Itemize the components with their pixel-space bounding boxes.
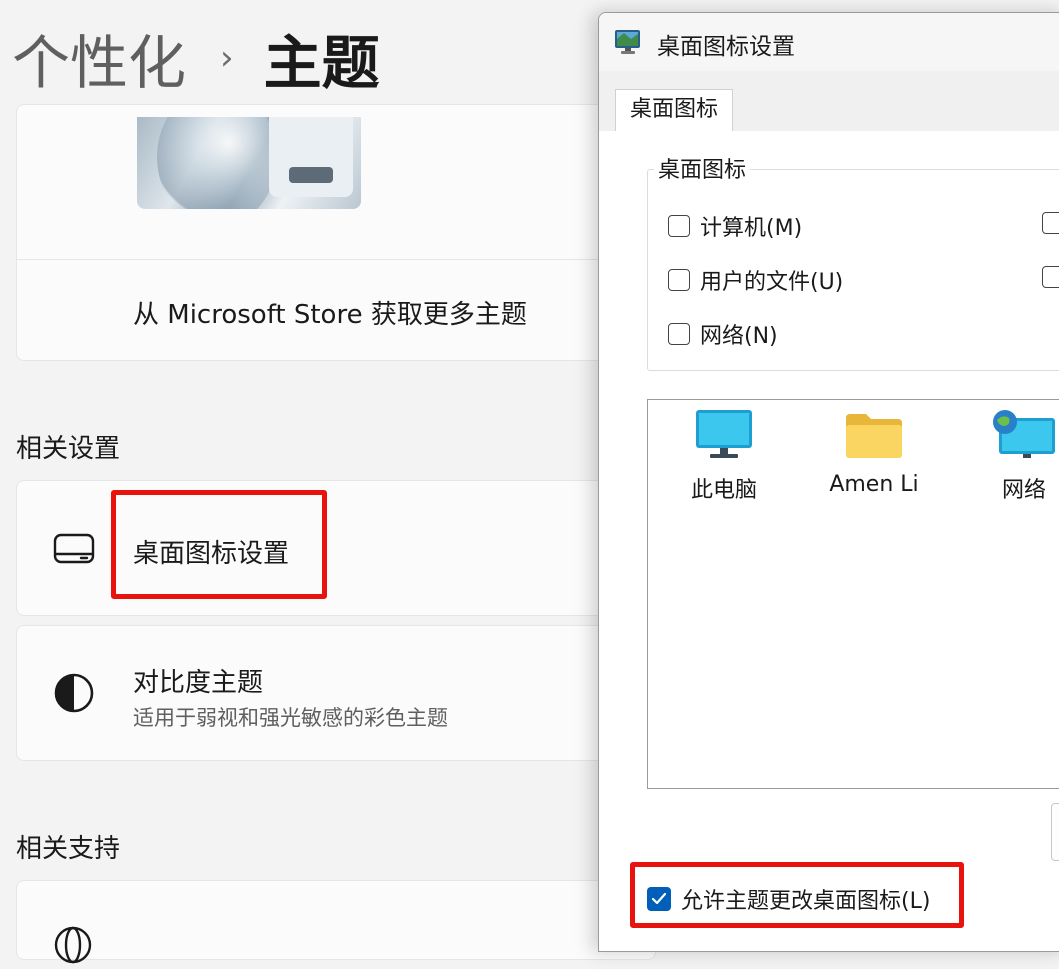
checkbox-box[interactable] xyxy=(668,323,690,345)
desktop-icons-groupbox: 桌面图标 计算机(M) 用户的文件(U) 网络(N) xyxy=(647,152,1059,371)
theme-thumbnail[interactable] xyxy=(137,117,361,209)
store-themes-link[interactable]: 从 Microsoft Store 获取更多主题 xyxy=(133,294,527,331)
desktop-icon-list: 此电脑 Amen Li 网络 xyxy=(647,399,1059,789)
icon-item-user-folder[interactable]: Amen Li xyxy=(814,408,934,497)
related-settings-title: 相关设置 xyxy=(16,434,121,464)
globe-icon xyxy=(53,925,93,969)
contrast-icon xyxy=(53,672,95,718)
checkbox-label: 网络(N) xyxy=(700,324,778,349)
breadcrumb: 个性化 › 主题 xyxy=(12,18,380,98)
related-support-title: 相关支持 xyxy=(16,834,121,864)
desktop-icon xyxy=(53,533,95,569)
dialog-titlebar[interactable]: 桌面图标设置 xyxy=(599,13,1059,71)
checkbox-user-files[interactable]: 用户的文件(U) xyxy=(668,264,843,296)
theme-wallpaper-swirl xyxy=(157,117,277,209)
icon-label: 网络 xyxy=(1001,478,1046,503)
checkbox-box[interactable] xyxy=(668,269,690,291)
monitor-icon xyxy=(694,410,754,466)
network-icon xyxy=(991,410,1057,466)
breadcrumb-separator: › xyxy=(220,38,234,78)
checkbox-box[interactable] xyxy=(668,215,690,237)
highlight-box-allow-themes xyxy=(630,862,964,928)
icon-label: 此电脑 xyxy=(690,478,757,503)
contrast-themes-item[interactable]: 对比度主题 适用于弱视和强光敏感的彩色主题 xyxy=(16,625,656,761)
desktop-icon-settings-dialog: 桌面图标设置 桌面图标 桌面图标 计算机(M) 用户的文件(U) 网络(N) 此… xyxy=(598,12,1059,952)
dialog-title: 桌面图标设置 xyxy=(657,34,795,60)
checkbox-control-panel-partial[interactable] xyxy=(1042,266,1059,288)
store-themes-card[interactable]: 从 Microsoft Store 获取更多主题 xyxy=(16,259,656,361)
theme-mini-taskbar xyxy=(289,167,333,183)
change-icon-button-partial[interactable] xyxy=(1051,803,1059,861)
checkbox-label: 用户的文件(U) xyxy=(700,270,844,295)
checkbox-label: 计算机(M) xyxy=(700,216,803,241)
groupbox-label: 桌面图标 xyxy=(654,152,751,184)
theme-preview-card xyxy=(16,104,656,260)
related-support-item[interactable] xyxy=(16,880,656,964)
icon-item-this-pc[interactable]: 此电脑 xyxy=(664,408,784,504)
tab-desktop-icons[interactable]: 桌面图标 xyxy=(615,89,734,134)
icon-label: Amen Li xyxy=(829,472,919,497)
contrast-themes-label: 对比度主题 xyxy=(133,668,264,698)
folder-icon xyxy=(844,414,904,466)
breadcrumb-parent[interactable]: 个性化 xyxy=(12,16,186,100)
dialog-tabstrip: 桌面图标 xyxy=(599,85,1059,134)
checkbox-recycle-bin-partial[interactable] xyxy=(1042,212,1059,234)
checkbox-network[interactable]: 网络(N) xyxy=(668,318,778,350)
checkbox-computer[interactable]: 计算机(M) xyxy=(668,210,802,242)
theme-mini-window xyxy=(269,117,353,197)
highlight-box-desktop-icon-settings xyxy=(111,490,327,599)
dialog-app-icon xyxy=(613,27,643,61)
page-title: 主题 xyxy=(263,29,380,97)
contrast-themes-description: 适用于弱视和强光敏感的彩色主题 xyxy=(133,706,448,730)
tab-page-desktop-icons: 桌面图标 计算机(M) 用户的文件(U) 网络(N) 此电脑 Amen Li 网… xyxy=(599,131,1059,951)
icon-item-network[interactable]: 网络 xyxy=(964,408,1059,504)
